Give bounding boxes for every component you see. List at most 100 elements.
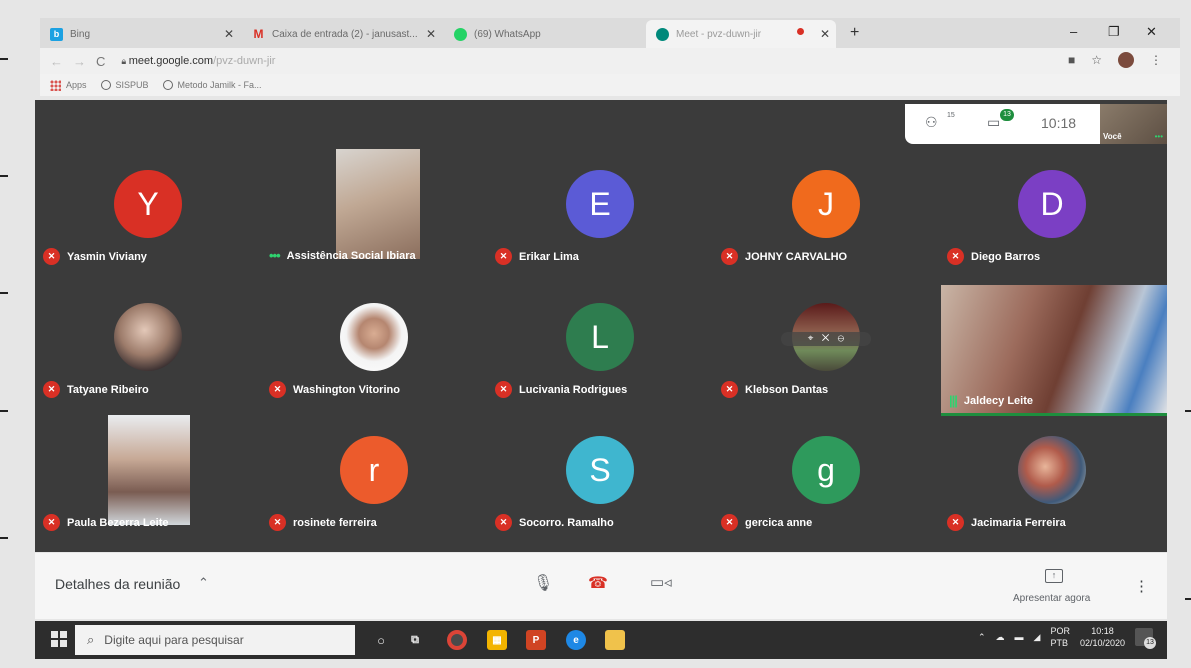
chat-icon[interactable]: ▭	[987, 114, 1000, 131]
globe-icon	[100, 80, 111, 90]
forward-icon[interactable]: →	[73, 54, 86, 69]
system-tray: ⌃ ☁︎ ▬ ◢ POR PTB 10:18 02/10/2020 13	[978, 625, 1156, 649]
chevron-up-icon[interactable]: ⌃	[198, 575, 209, 591]
close-tab-icon[interactable]: ✕	[820, 27, 830, 41]
scan-mark	[1185, 598, 1191, 600]
star-icon[interactable]: ☆	[1091, 53, 1102, 67]
participant-tile[interactable]: ✕ Paula Bezerra Leite	[35, 396, 261, 531]
participant-tile[interactable]: E ✕ Erikar Lima	[487, 130, 713, 265]
edge-icon[interactable]: e	[566, 630, 586, 650]
tab-meet[interactable]: Meet - pvz-duwn-jir ✕	[646, 20, 836, 48]
tab-label: Bing	[70, 28, 91, 40]
tray-chevron-icon[interactable]: ⌃	[978, 632, 986, 643]
avatar: r	[340, 436, 408, 504]
participant-name-label: Tatyane Ribeiro	[67, 383, 149, 396]
clock-date: 02/10/2020	[1079, 638, 1125, 648]
meeting-details-button[interactable]: Detalhes da reunião	[55, 576, 180, 592]
avatar	[1018, 436, 1086, 504]
lang-bottom: PTB	[1050, 638, 1068, 648]
battery-icon[interactable]: ▬	[1015, 632, 1024, 642]
participant-tile[interactable]: J ✕ JOHNY CARVALHO	[713, 130, 939, 265]
menu-kebab-icon[interactable]: ⋮	[1150, 53, 1162, 67]
language-indicator[interactable]: POR PTB	[1050, 625, 1070, 649]
powerpoint-icon[interactable]: P	[526, 630, 546, 650]
recording-dot-icon	[797, 28, 804, 35]
bookmark-apps[interactable]: Apps	[50, 79, 87, 91]
minimize-button[interactable]: –	[1070, 24, 1077, 39]
participant-tile[interactable]: Y ✕ Yasmin Viviany	[35, 130, 261, 265]
scan-mark	[1185, 410, 1191, 412]
bookmark-sispub[interactable]: SISPUB	[100, 80, 149, 90]
participant-tile[interactable]: ••• Assistência Social Ibiara	[261, 130, 487, 263]
back-icon[interactable]: ←	[50, 54, 63, 69]
avatar: g	[792, 436, 860, 504]
file-explorer-icon[interactable]	[605, 630, 625, 650]
lock-icon: 🔒︎	[121, 56, 129, 66]
notification-center-icon[interactable]: 13	[1135, 628, 1156, 649]
mic-off-icon: ✕	[721, 514, 738, 531]
camera-button[interactable]: ▭◃	[650, 573, 672, 591]
meeting-clock: 10:18	[1041, 115, 1077, 131]
mic-off-icon: ✕	[947, 514, 964, 531]
participant-name-label: gercica anne	[745, 516, 813, 529]
url-field[interactable]: 🔒︎ meet.google.com/pvz-duwn-jir	[121, 55, 275, 67]
participant-name: ✕ Paula Bezerra Leite	[43, 514, 169, 531]
tab-bing[interactable]: b Bing ✕	[40, 20, 240, 48]
tab-label: Meet - pvz-duwn-jir	[676, 28, 762, 40]
participant-name-label: rosinete ferreira	[293, 516, 377, 529]
taskbar-search[interactable]: ⌕ Digite aqui para pesquisar	[75, 625, 355, 655]
participant-name-label: Assistência Social Ibiara	[286, 249, 416, 262]
cloud-icon[interactable]: ☁︎	[996, 632, 1005, 643]
task-view-icon[interactable]: ⧉	[405, 630, 425, 650]
participant-name-label: Erikar Lima	[519, 250, 579, 263]
present-screen-icon[interactable]: ↑	[1045, 569, 1063, 583]
store-icon[interactable]: ▦	[487, 630, 507, 650]
hang-up-button[interactable]: ☎︎	[588, 573, 608, 593]
participant-tile[interactable]: ✕ Tatyane Ribeiro	[35, 263, 261, 398]
tile-hover-controls[interactable]: ⌖ ✕ ⊖	[781, 332, 871, 346]
scan-mark	[0, 537, 8, 539]
gmail-icon: M	[253, 27, 264, 41]
wifi-icon[interactable]: ◢	[1034, 632, 1041, 643]
participant-tile[interactable]: g ✕ gercica anne	[713, 396, 939, 531]
profile-avatar[interactable]	[1118, 52, 1134, 68]
avatar: Y	[114, 170, 182, 238]
tab-whatsapp[interactable]: (69) WhatsApp ✕	[444, 20, 658, 48]
participant-tile[interactable]: L ✕ Lucivania Rodrigues	[487, 263, 713, 398]
close-tab-icon[interactable]: ✕	[426, 27, 436, 41]
scan-mark	[0, 292, 8, 294]
participant-tile[interactable]: ⌖ ✕ ⊖ ✕ Klebson Dantas	[713, 263, 939, 398]
meet-bottom-bar: Detalhes da reunião ⌃ 🎙︎ ☎︎ ▭◃ ↑ Apresen…	[35, 553, 1167, 619]
bookmark-label: SISPUB	[115, 80, 149, 90]
bookmark-metodo[interactable]: Metodo Jamilk - Fa...	[162, 80, 262, 90]
windows-start-button[interactable]	[51, 631, 67, 647]
participant-tile[interactable]: ✕ Washington Vitorino	[261, 263, 487, 398]
cortana-icon[interactable]: ○	[371, 630, 391, 650]
participant-name: ✕ Diego Barros	[947, 248, 1040, 265]
participant-name-label: Diego Barros	[971, 250, 1041, 263]
participant-tile[interactable]: r ✕ rosinete ferreira	[261, 396, 487, 531]
people-icon[interactable]: ⚇	[925, 114, 938, 131]
new-tab-button[interactable]: +	[850, 24, 859, 42]
participant-name-label: Washington Vitorino	[293, 383, 400, 396]
system-clock[interactable]: 10:18 02/10/2020	[1080, 625, 1125, 649]
close-tab-icon[interactable]: ✕	[224, 27, 234, 41]
reload-icon[interactable]: C	[96, 54, 105, 69]
apps-grid-icon	[50, 79, 61, 91]
whatsapp-icon	[454, 27, 467, 41]
self-label: Você	[1103, 132, 1122, 141]
close-window-button[interactable]: ✕	[1146, 24, 1157, 40]
present-now-label[interactable]: Apresentar agora	[1013, 593, 1090, 604]
self-view-tile[interactable]: Você •••	[1100, 104, 1167, 144]
browser-tab-strip: b Bing ✕ M Caixa de entrada (2) - janusa…	[40, 18, 1180, 48]
chrome-icon[interactable]	[447, 630, 467, 650]
more-options-button[interactable]: ⋮	[1134, 577, 1149, 595]
restore-button[interactable]: ❐	[1108, 24, 1120, 40]
camera-icon[interactable]: ■	[1068, 53, 1075, 67]
meet-top-controls: ⚇ 15 ▭ 13 10:18 Você •••	[905, 104, 1167, 144]
participant-tile[interactable]: ✕ Jacimaria Ferreira	[939, 396, 1165, 531]
microphone-button[interactable]: 🎙︎	[533, 573, 553, 593]
tab-gmail[interactable]: M Caixa de entrada (2) - janusast... ✕	[242, 20, 442, 48]
participant-tile[interactable]: S ✕ Socorro. Ramalho	[487, 396, 713, 531]
participant-tile[interactable]: D ✕ Diego Barros	[939, 130, 1165, 265]
